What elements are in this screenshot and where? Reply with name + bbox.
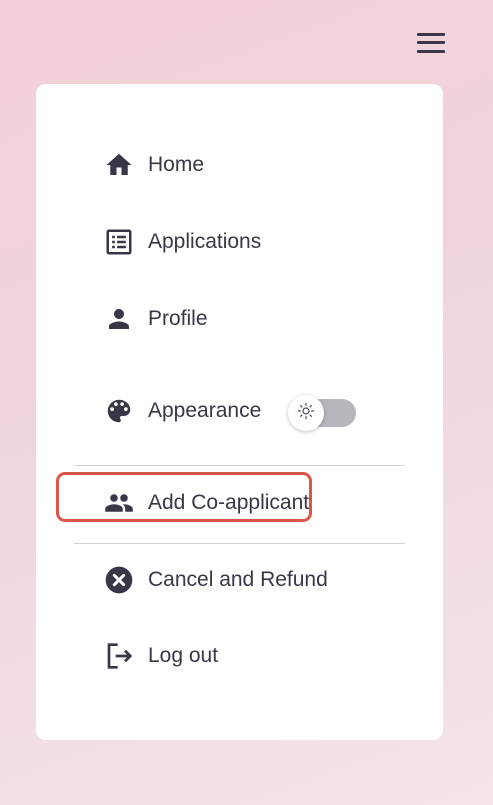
menu-item-home[interactable]: Home	[102, 148, 204, 182]
sun-icon	[297, 402, 315, 425]
menu-item-label: Log out	[148, 644, 219, 667]
menu-item-label: Profile	[148, 307, 208, 330]
menu-item-cancel-and-refund[interactable]: Cancel and Refund	[102, 563, 328, 597]
menu-item-label: Appearance	[148, 399, 262, 422]
menu-item-profile[interactable]: Profile	[102, 302, 208, 336]
palette-icon	[102, 394, 136, 428]
menu-item-appearance: Appearance	[102, 394, 261, 428]
divider	[74, 543, 405, 544]
logout-icon	[102, 639, 136, 673]
cancel-circle-icon	[102, 563, 136, 597]
navigation-menu-card: Home Applications Profile Appearance Add…	[36, 84, 443, 740]
person-icon	[102, 302, 136, 336]
menu-item-label: Cancel and Refund	[148, 568, 328, 591]
divider	[74, 465, 405, 466]
menu-item-applications[interactable]: Applications	[102, 225, 261, 259]
list-icon	[102, 225, 136, 259]
hamburger-menu-icon[interactable]	[416, 32, 446, 54]
home-icon	[102, 148, 136, 182]
menu-item-log-out[interactable]: Log out	[102, 639, 218, 673]
menu-item-label: Applications	[148, 230, 262, 253]
highlight-outline	[56, 472, 312, 522]
menu-item-label: Home	[148, 153, 205, 176]
toggle-knob	[288, 395, 324, 431]
appearance-toggle[interactable]	[288, 395, 358, 431]
